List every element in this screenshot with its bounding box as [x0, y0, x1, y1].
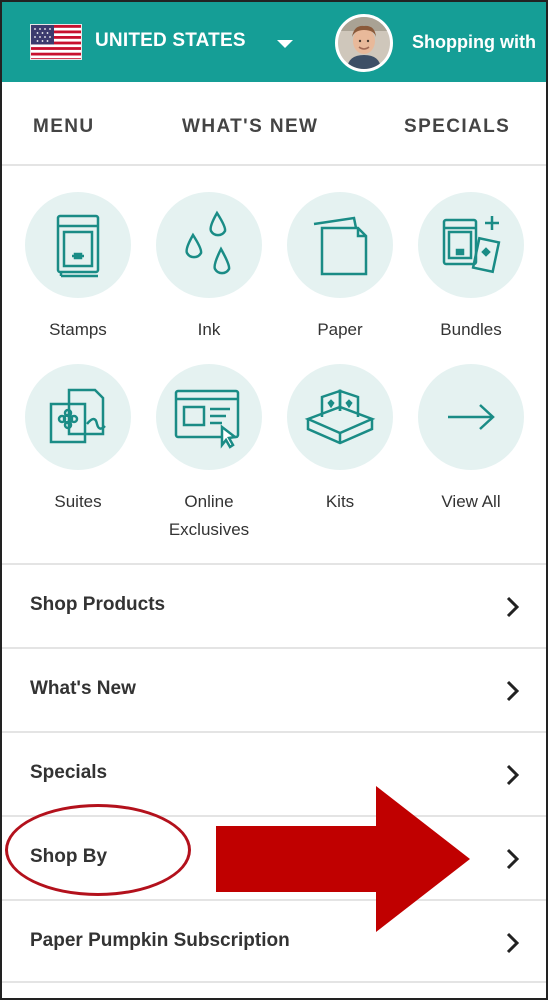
- category-paper[interactable]: Paper: [275, 192, 405, 344]
- chevron-right-icon: [506, 848, 520, 870]
- nav-whats-new[interactable]: WHAT'S NEW: [182, 116, 318, 138]
- category-label: Stamps: [49, 320, 107, 339]
- top-nav: MENU WHAT'S NEW SPECIALS: [2, 84, 546, 166]
- us-flag-icon[interactable]: [30, 24, 82, 60]
- chevron-right-icon: [506, 932, 520, 954]
- ink-drops-icon: [156, 192, 262, 298]
- kits-box-icon: [287, 364, 393, 470]
- suites-icon: [25, 364, 131, 470]
- mobile-menu-screen: UNITED STATES Shopping with MENU WHAT'S …: [0, 0, 548, 1000]
- category-label-line-1: Online: [184, 492, 234, 511]
- stamps-icon: [25, 192, 131, 298]
- highlight-oval: [5, 804, 191, 896]
- category-label: Kits: [325, 492, 355, 511]
- paper-sheets-icon: [287, 192, 393, 298]
- chevron-right-icon: [506, 764, 520, 786]
- top-bar: UNITED STATES Shopping with: [2, 2, 546, 82]
- nav-specials[interactable]: SPECIALS: [404, 116, 510, 138]
- caret-down-icon[interactable]: [277, 40, 293, 48]
- country-selector-label[interactable]: UNITED STATES: [95, 30, 246, 52]
- menu-row-label: Paper Pumpkin Subscription: [30, 930, 290, 951]
- category-label: Paper: [317, 320, 363, 339]
- category-stamps[interactable]: Stamps: [13, 192, 143, 344]
- menu-row-shop-products[interactable]: Shop Products: [2, 563, 546, 647]
- category-label: Ink: [197, 320, 221, 339]
- bundles-icon: [418, 192, 524, 298]
- category-label: Bundles: [440, 320, 502, 339]
- menu-row-label: What's New: [30, 678, 136, 699]
- category-kits[interactable]: Kits: [275, 364, 405, 516]
- category-label: Online Exclusives: [144, 488, 274, 544]
- category-label: View All: [441, 492, 501, 511]
- demonstrator-avatar[interactable]: [335, 14, 393, 72]
- category-label-line-2: Exclusives: [168, 520, 250, 539]
- arrow-right-icon: [418, 364, 524, 470]
- category-view-all[interactable]: View All: [406, 364, 536, 516]
- category-label: Suites: [54, 492, 102, 511]
- category-online-exclusives[interactable]: Online Exclusives: [144, 364, 274, 544]
- nav-menu[interactable]: MENU: [33, 116, 95, 138]
- annotation-arrow-icon: [216, 786, 470, 932]
- category-suites[interactable]: Suites: [13, 364, 143, 516]
- chevron-right-icon: [506, 596, 520, 618]
- menu-row-whats-new[interactable]: What's New: [2, 647, 546, 731]
- category-ink[interactable]: Ink: [144, 192, 274, 344]
- menu-row-label: Shop Products: [30, 594, 166, 615]
- shopping-with-label[interactable]: Shopping with: [412, 32, 536, 53]
- category-bundles[interactable]: Bundles: [406, 192, 536, 344]
- menu-row-label: Specials: [30, 762, 108, 783]
- online-exclusives-icon: [156, 364, 262, 470]
- chevron-right-icon: [506, 680, 520, 702]
